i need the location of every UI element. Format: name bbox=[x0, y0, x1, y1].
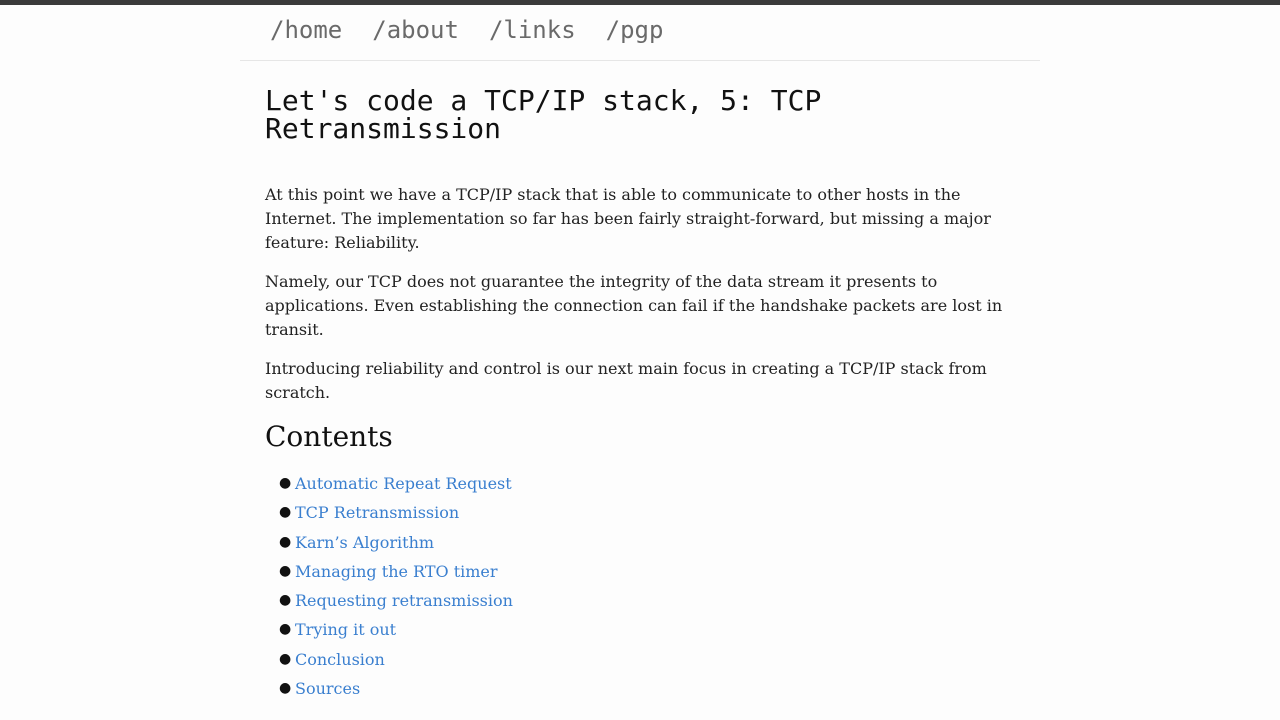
toc-item: ● Managing the RTO timer bbox=[279, 557, 1010, 586]
bullet-icon: ● bbox=[279, 504, 292, 521]
nav-links-link[interactable]: /links bbox=[489, 15, 576, 45]
toc-link-sources[interactable]: Sources bbox=[295, 679, 360, 698]
bullet-icon: ● bbox=[279, 562, 292, 579]
toc-item: ● Automatic Repeat Request bbox=[279, 469, 1010, 498]
toc-link-karns-algorithm[interactable]: Karn’s Algorithm bbox=[295, 533, 434, 552]
site-nav: /home /about /links /pgp bbox=[240, 5, 1040, 45]
intro-paragraph-2: Namely, our TCP does not guarantee the i… bbox=[265, 272, 1003, 339]
table-of-contents: ● Automatic Repeat Request ● TCP Retransmi… bbox=[265, 469, 1010, 703]
toc-link-requesting-retransmission[interactable]: Requesting retransmission bbox=[295, 591, 513, 610]
toc-item: ● Conclusion bbox=[279, 645, 1010, 674]
nav-pgp-link[interactable]: /pgp bbox=[606, 15, 664, 45]
toc-link-trying-it-out[interactable]: Trying it out bbox=[295, 620, 396, 639]
toc-item: ● Trying it out bbox=[279, 615, 1010, 644]
post-content: Let's code a TCP/IP stack, 5: TCP Retran… bbox=[265, 61, 1010, 703]
toc-link-automatic-repeat-request[interactable]: Automatic Repeat Request bbox=[295, 474, 512, 493]
bullet-icon: ● bbox=[279, 621, 292, 638]
toc-item: ● TCP Retransmission bbox=[279, 498, 1010, 527]
intro-paragraph-3: Introducing reliability and control is o… bbox=[265, 359, 987, 402]
toc-item: ● Sources bbox=[279, 674, 1010, 703]
toc-link-conclusion[interactable]: Conclusion bbox=[295, 650, 385, 669]
bullet-icon: ● bbox=[279, 650, 292, 667]
toc-item: ● Karn’s Algorithm bbox=[279, 528, 1010, 557]
site-header: /home /about /links /pgp bbox=[240, 5, 1040, 61]
post-title: Let's code a TCP/IP stack, 5: TCP Retran… bbox=[265, 84, 822, 145]
bullet-icon: ● bbox=[279, 592, 292, 609]
toc-item: ● Requesting retransmission bbox=[279, 586, 1010, 615]
toc-link-tcp-retransmission[interactable]: TCP Retransmission bbox=[295, 503, 459, 522]
bullet-icon: ● bbox=[279, 680, 292, 697]
nav-home-link[interactable]: /home bbox=[270, 15, 342, 45]
bullet-icon: ● bbox=[279, 475, 292, 491]
contents-heading: Contents bbox=[265, 420, 393, 453]
intro-paragraph-1: At this point we have a TCP/IP stack tha… bbox=[265, 185, 991, 252]
nav-about-link[interactable]: /about bbox=[372, 15, 459, 45]
toc-link-managing-rto-timer[interactable]: Managing the RTO timer bbox=[295, 562, 498, 581]
bullet-icon: ● bbox=[279, 533, 292, 550]
